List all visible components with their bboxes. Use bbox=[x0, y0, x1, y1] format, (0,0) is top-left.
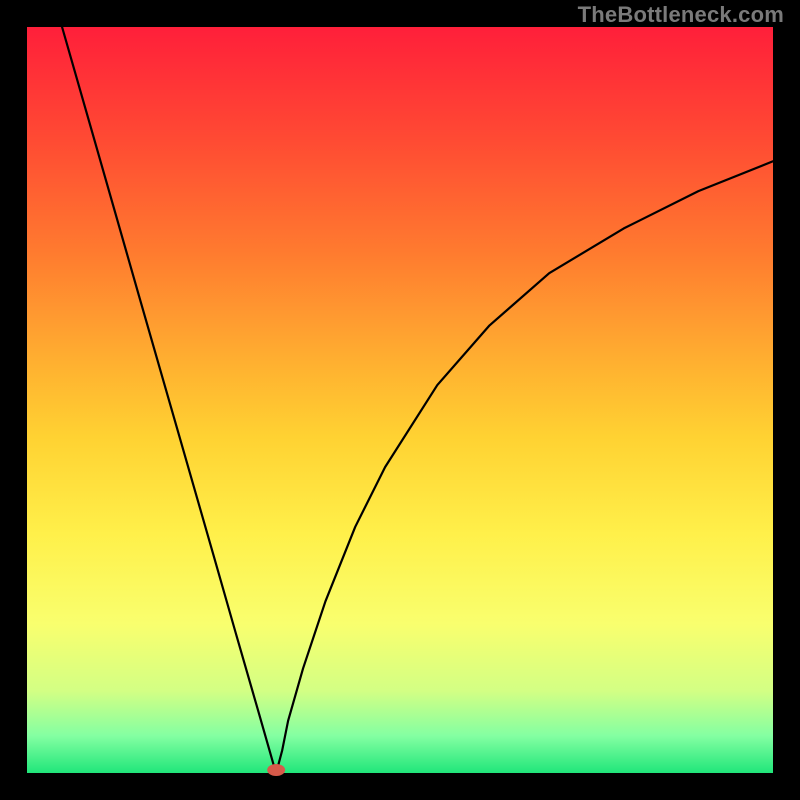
minimum-marker bbox=[267, 764, 285, 776]
curve-layer bbox=[27, 27, 773, 773]
series-left-branch bbox=[62, 27, 276, 773]
plot-area bbox=[27, 27, 773, 773]
watermark-label: TheBottleneck.com bbox=[578, 2, 784, 28]
series-right-branch bbox=[276, 161, 773, 773]
chart-frame: TheBottleneck.com bbox=[0, 0, 800, 800]
